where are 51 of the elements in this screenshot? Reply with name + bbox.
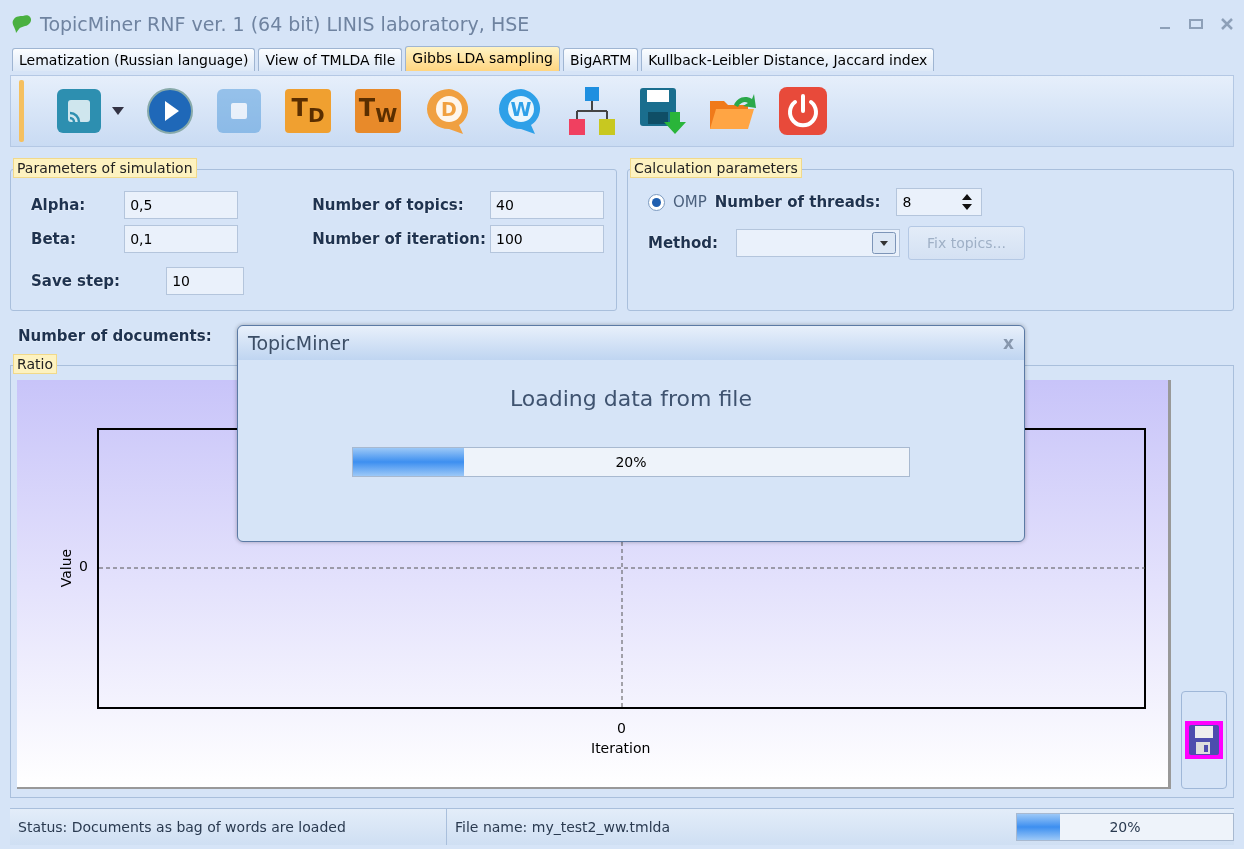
tab[interactable]: Lematization (Russian language) <box>12 48 256 71</box>
axis-label: Value <box>58 548 75 588</box>
field-label: Alpha: <box>31 196 87 214</box>
text-tile-icon[interactable]: T$_{D}$ <box>284 88 332 134</box>
tick-label: 0 <box>617 720 626 736</box>
progress-reading: 20% <box>614 453 648 472</box>
maximize-icon[interactable] <box>1188 18 1204 30</box>
radio-button[interactable] <box>648 193 665 211</box>
input-field[interactable]: 100 <box>490 225 604 253</box>
save-icon[interactable] <box>1184 720 1224 760</box>
toolbar-grip[interactable] <box>19 80 24 142</box>
field-label: Beta: <box>31 230 77 248</box>
tab[interactable]: Kullback-Leibler Distance, Jaccard index <box>641 48 935 71</box>
field-label: Method: <box>648 234 718 252</box>
input-field[interactable]: 0,5 <box>124 191 239 219</box>
field-label: Number of documents: <box>18 327 212 345</box>
input-field[interactable]: 0,1 <box>124 225 239 253</box>
progress-reading: 20% <box>1108 818 1142 837</box>
field-label: Number of threads: <box>714 193 881 211</box>
radio-label: OMP <box>673 193 707 211</box>
spin-field[interactable]: 8 <box>896 188 983 216</box>
dropdown-field[interactable] <box>736 229 900 257</box>
field-label: Save step: <box>31 272 121 290</box>
save-icon[interactable] <box>638 86 686 136</box>
group-title: Calculation parameters <box>630 158 802 178</box>
status-file-name: File name: my_test2_ww.tmlda <box>454 819 671 835</box>
play-icon[interactable] <box>146 87 194 135</box>
dialog-title: TopicMiner <box>248 332 350 354</box>
app-logo-icon <box>12 14 34 34</box>
tab[interactable]: Gibbs LDA sampling <box>405 46 560 71</box>
caret-icon[interactable] <box>112 107 124 115</box>
group-title: Ratio <box>13 354 57 374</box>
input-field[interactable]: 40 <box>490 191 604 219</box>
axis-label: Iteration <box>591 740 651 756</box>
status-text: Status: Documents as bag of words are loaded <box>17 819 347 835</box>
input-field[interactable]: 10 <box>166 267 245 295</box>
cast-icon[interactable] <box>56 88 102 134</box>
close-icon[interactable] <box>1220 17 1234 31</box>
group-title: Parameters of simulation <box>13 158 197 178</box>
dialog-message: Loading data from file <box>508 386 753 411</box>
power-icon[interactable] <box>778 86 828 136</box>
dropdown-caret-icon[interactable] <box>872 232 896 254</box>
tab[interactable]: BigARTM <box>562 48 639 71</box>
tick-label: 0 <box>79 558 88 574</box>
spin-arrows-icon[interactable] <box>961 193 974 211</box>
hierarchy-icon[interactable] <box>568 86 616 136</box>
field-label: Number of topics: <box>312 196 465 214</box>
window-title: TopicMiner RNF ver. 1 (64 bit) LINIS laboratory, HSE <box>40 13 531 35</box>
tab[interactable]: View of TMLDA file <box>258 48 403 71</box>
text-tile-icon[interactable]: T$_{W}$ <box>354 88 402 134</box>
field-label: Number of iteration: <box>312 230 486 248</box>
